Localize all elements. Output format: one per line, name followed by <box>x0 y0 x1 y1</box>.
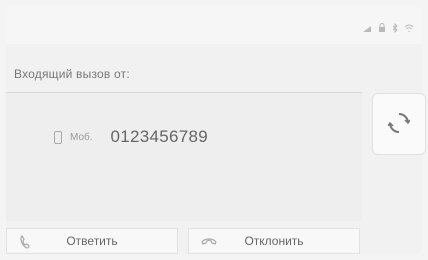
incoming-call-screen: Входящий вызов от: Моб. 0123456789 Ответ… <box>6 6 426 254</box>
switch-call-button[interactable] <box>372 93 426 155</box>
phone-answer-icon <box>19 235 33 252</box>
caller-number: 0123456789 <box>110 127 209 146</box>
decline-button[interactable]: Отклонить <box>188 228 360 254</box>
bluetooth-icon <box>392 20 398 38</box>
wifi-icon <box>404 20 414 38</box>
phone-hangup-icon <box>201 235 217 250</box>
answer-button[interactable]: Ответить <box>6 228 178 254</box>
lock-icon <box>378 20 386 38</box>
incoming-call-title: Входящий вызов от: <box>14 67 130 81</box>
decline-label: Отклонить <box>244 234 304 248</box>
status-bar <box>6 6 422 44</box>
answer-label: Ответить <box>66 234 118 248</box>
mobile-phone-icon <box>54 130 62 144</box>
signal-icon <box>362 20 372 38</box>
caller-info: Моб. 0123456789 <box>6 93 362 221</box>
title-row: Входящий вызов от: <box>6 54 362 93</box>
status-icons <box>362 20 414 38</box>
rotate-arrows-icon <box>387 112 411 139</box>
contact-row[interactable]: Моб. 0123456789 <box>54 127 208 147</box>
number-type-label: Моб. <box>70 131 93 143</box>
call-actions: Ответить Отклонить <box>6 228 366 254</box>
